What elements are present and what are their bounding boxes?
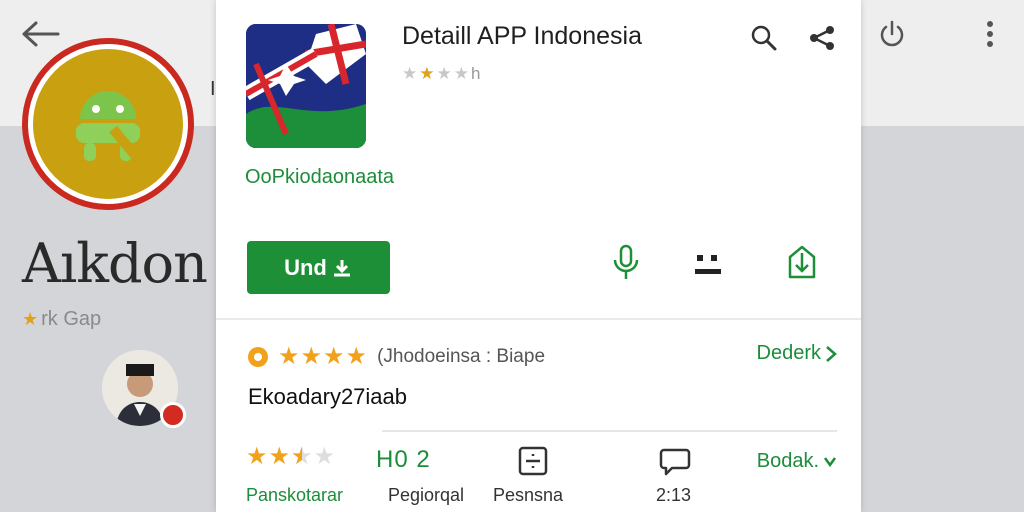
- review-stars: ★ ★ ★ ★: [278, 342, 367, 371]
- section-divider: [382, 430, 837, 432]
- header-rating-suffix: h: [471, 64, 482, 83]
- developer-link[interactable]: OoPkiodaonaata: [245, 166, 394, 189]
- star-icon: ★: [268, 443, 291, 470]
- bottom-rating-stars: ★ ★ ★ ★ ★: [246, 442, 335, 471]
- caption-middle-b: Pesnsna: [493, 485, 564, 505]
- header-rating: ★ ★ ★ ★ h: [402, 64, 481, 84]
- chevron-down-icon: [823, 456, 837, 467]
- profile-card-icon[interactable]: [688, 240, 728, 284]
- review-link[interactable]: Dederk: [757, 342, 837, 365]
- app-detail-panel: Detaill APP Indonesia ★ ★ ★ ★ h OoPkioda…: [216, 0, 861, 512]
- star-icon: ★: [323, 343, 345, 370]
- reviewer-id: Ekoadary27iaab: [248, 384, 408, 409]
- search-icon[interactable]: [746, 20, 782, 56]
- android-robot-icon: [76, 91, 142, 163]
- star-icon: ★: [300, 343, 323, 370]
- notification-badge: [160, 402, 186, 428]
- calculator-icon[interactable]: [516, 444, 550, 478]
- star-icon: ★: [402, 64, 419, 83]
- microphone-icon[interactable]: [606, 240, 646, 284]
- download-icon: [333, 259, 350, 276]
- share-icon[interactable]: [804, 20, 840, 56]
- section-divider: [216, 318, 861, 320]
- back-arrow-icon[interactable]: [18, 14, 62, 54]
- background-rating: ★ rk Gap: [22, 308, 101, 331]
- flag-image-icon: [246, 24, 366, 148]
- bottom-link[interactable]: Bodak.: [757, 450, 837, 473]
- android-app-icon-inner: [33, 49, 183, 199]
- export-icon[interactable]: [782, 240, 822, 284]
- review-link-label: Dederk: [756, 342, 821, 364]
- background-header-icons: [860, 0, 1024, 70]
- install-button-label: Und: [284, 254, 327, 280]
- star-icon: ★: [453, 64, 470, 83]
- chat-bubble-icon[interactable]: [658, 444, 694, 478]
- star-icon: ★: [313, 443, 336, 470]
- star-icon: ★: [345, 343, 368, 370]
- star-icon: ★: [246, 443, 268, 470]
- reviewer-badge-icon: [246, 345, 270, 369]
- android-app-icon[interactable]: [22, 38, 194, 210]
- star-icon: ★: [22, 309, 39, 329]
- more-vert-icon[interactable]: [970, 14, 1010, 54]
- app-thumbnail-flag[interactable]: [246, 24, 366, 148]
- bottom-link-label: Bodak.: [756, 450, 819, 472]
- caption-right: 2:13: [656, 485, 692, 505]
- half-star-icon: ★ ★: [291, 443, 313, 470]
- power-icon[interactable]: [872, 14, 912, 54]
- review-summary-row: ★ ★ ★ ★ (Jhodoeinsa : Biape: [246, 342, 545, 371]
- background-app-name: Aıkdon: [22, 232, 208, 295]
- stat-numbers: H0 2: [376, 446, 431, 473]
- page-title: Detaill APP Indonesia: [402, 22, 642, 50]
- background-fragment-text: I: [210, 78, 216, 100]
- install-button[interactable]: Und: [247, 241, 390, 294]
- star-icon: ★: [436, 64, 453, 83]
- star-icon: ★: [419, 64, 436, 83]
- chevron-right-icon: [826, 345, 837, 362]
- caption-middle-a: Pegiorqal: [388, 485, 465, 505]
- background-rating-text: rk Gap: [41, 308, 102, 330]
- review-summary-text: (Jhodoeinsa : Biape: [377, 345, 546, 367]
- star-icon: ★: [278, 343, 300, 370]
- caption-left: Panskotarar: [246, 485, 344, 505]
